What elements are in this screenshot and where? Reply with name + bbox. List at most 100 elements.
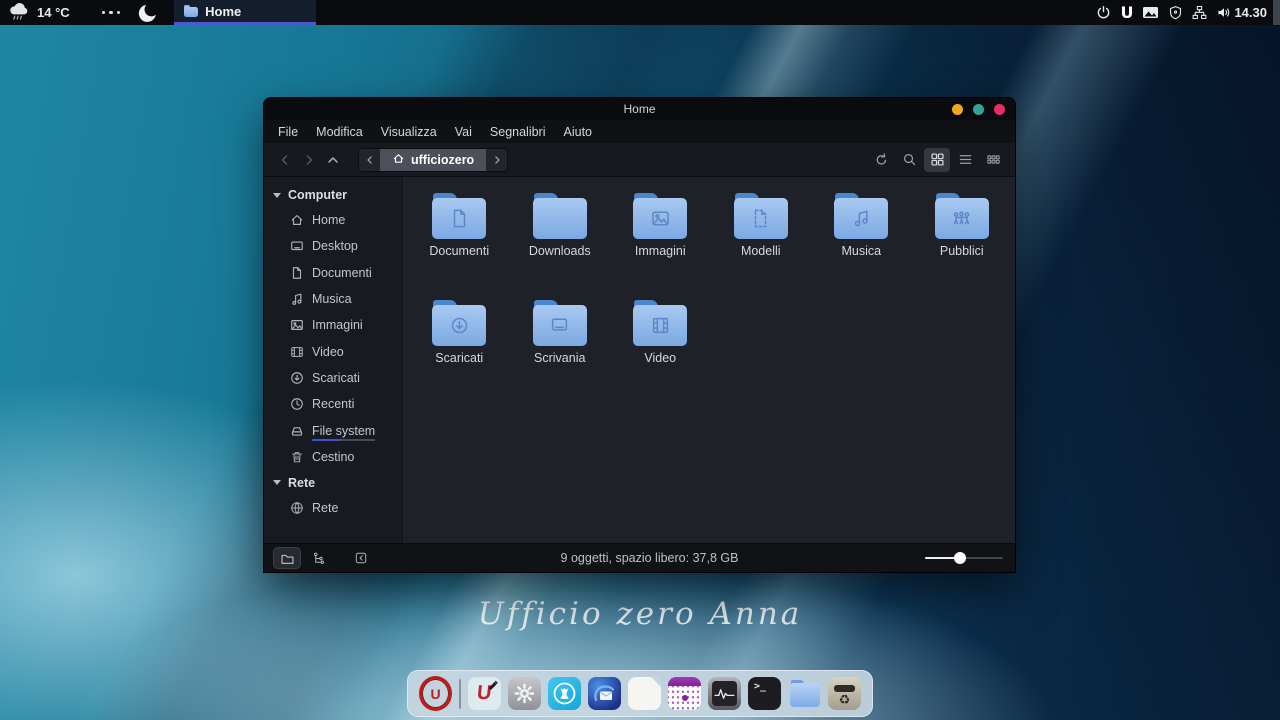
- menu-visualizza[interactable]: Visualizza: [372, 120, 446, 143]
- video-icon: [290, 345, 304, 359]
- volume-icon[interactable]: [1216, 5, 1232, 20]
- wallpaper-signature: Ufficio zero Anna: [0, 596, 1280, 632]
- folder-icon: [432, 193, 486, 239]
- sidebar-item-home[interactable]: Home: [264, 207, 402, 233]
- sidebar-item-label: Musica: [312, 292, 352, 306]
- taskbar-window-home[interactable]: Home: [174, 0, 316, 25]
- folder-icon: [184, 5, 198, 17]
- dock-uz-writer[interactable]: U: [468, 677, 501, 710]
- gear-icon: [514, 683, 535, 704]
- sidebar-item-rete[interactable]: Rete: [264, 495, 402, 521]
- dock-system-monitor[interactable]: [708, 677, 741, 710]
- dock-trash[interactable]: ♻: [828, 677, 861, 710]
- folder-icon: [935, 193, 989, 239]
- document-icon: [290, 266, 304, 280]
- zoom-knob[interactable]: [954, 552, 966, 564]
- show-desktop-button[interactable]: [1273, 0, 1280, 25]
- power-icon[interactable]: [1096, 5, 1111, 20]
- sidebar-item-immagini[interactable]: Immagini: [264, 312, 402, 338]
- icon-view-button[interactable]: [924, 148, 950, 172]
- dock-terminal[interactable]: >_: [748, 677, 781, 710]
- dock-text-editor[interactable]: [628, 677, 661, 710]
- panel-menu-dots-icon[interactable]: [102, 11, 121, 15]
- path-button-home[interactable]: ufficiozero: [380, 148, 486, 172]
- sidebar-item-desktop[interactable]: Desktop: [264, 233, 402, 259]
- sidebar-item-scaricati[interactable]: Scaricati: [264, 365, 402, 391]
- menu-file[interactable]: File: [269, 120, 307, 143]
- folder-downloads[interactable]: Downloads: [510, 189, 611, 296]
- zoom-slider[interactable]: [925, 548, 1003, 568]
- folder-modelli[interactable]: Modelli: [711, 189, 812, 296]
- compact-view-button[interactable]: [980, 148, 1006, 172]
- sidebar-item-label: Recenti: [312, 397, 354, 411]
- up-button[interactable]: [321, 148, 345, 172]
- back-button[interactable]: [273, 148, 297, 172]
- sidebar-item-recenti[interactable]: Recenti: [264, 391, 402, 417]
- trash-icon: [290, 450, 304, 464]
- disk-usage-bar: [312, 439, 375, 441]
- wallpaper-icon[interactable]: [1142, 5, 1159, 20]
- folder-video[interactable]: Video: [610, 296, 711, 403]
- disk-icon: [290, 424, 304, 438]
- path-scroll-right-button[interactable]: [486, 148, 508, 172]
- tree-pane-button[interactable]: [306, 548, 332, 568]
- dock-librewolf-browser[interactable]: [548, 677, 581, 710]
- sidebar-item-label: Documenti: [312, 266, 372, 280]
- download-icon: [290, 371, 304, 385]
- dock-calendar[interactable]: [668, 677, 701, 710]
- ufficiozero-logo-icon[interactable]: U: [1120, 3, 1133, 22]
- shield-icon[interactable]: [1168, 5, 1183, 20]
- dock-ufficiozero-menu[interactable]: U: [419, 677, 452, 710]
- menu-modifica[interactable]: Modifica: [307, 120, 372, 143]
- search-button[interactable]: [896, 148, 922, 172]
- top-panel: 14 °C Home U 14.30: [0, 0, 1280, 25]
- globe-icon: [290, 501, 304, 515]
- sidebar-item-cestino[interactable]: Cestino: [264, 444, 402, 470]
- minimize-button[interactable]: [952, 104, 963, 115]
- sidebar-item-musica[interactable]: Musica: [264, 286, 402, 312]
- file-manager-window: Home FileModificaVisualizzaVaiSegnalibri…: [264, 98, 1015, 572]
- recycle-icon: ♻: [839, 693, 851, 706]
- titlebar[interactable]: Home: [264, 98, 1015, 120]
- folder-grid[interactable]: Documenti Downloads ImmaginiModelliMusica P…: [402, 177, 1015, 543]
- collapse-sidebar-button[interactable]: [348, 548, 374, 568]
- window-controls: [952, 98, 1005, 120]
- folder-icon: [734, 193, 788, 239]
- dock-file-manager[interactable]: [788, 677, 821, 710]
- sidebar-item-label: Scaricati: [312, 371, 360, 385]
- sidebar-item-documenti[interactable]: Documenti: [264, 260, 402, 286]
- dock-settings[interactable]: [508, 677, 541, 710]
- menu-aiuto[interactable]: Aiuto: [555, 120, 602, 143]
- folder-label: Pubblici: [940, 244, 984, 258]
- dock-thunderbird-mail[interactable]: [588, 677, 621, 710]
- folder-scrivania[interactable]: Scrivania: [510, 296, 611, 403]
- image-icon: [290, 318, 304, 332]
- sidebar-section-rete[interactable]: Rete: [264, 470, 402, 495]
- night-mode-icon[interactable]: [136, 2, 160, 24]
- sidebar-item-label: File system: [312, 424, 375, 438]
- path-scroll-left-button[interactable]: [358, 148, 380, 172]
- close-button[interactable]: [994, 104, 1005, 115]
- shortcuts-pane-button[interactable]: [274, 548, 300, 568]
- folder-scaricati[interactable]: Scaricati: [409, 296, 510, 403]
- folder-label: Downloads: [529, 244, 591, 258]
- menu-vai[interactable]: Vai: [446, 120, 481, 143]
- clock-icon: [290, 397, 304, 411]
- maximize-button[interactable]: [973, 104, 984, 115]
- sidebar-section-computer[interactable]: Computer: [264, 182, 402, 207]
- folder-pubblici[interactable]: Pubblici: [912, 189, 1013, 296]
- folder-musica[interactable]: Musica: [811, 189, 912, 296]
- status-summary: 9 oggetti, spazio libero: 37,8 GB: [380, 551, 919, 565]
- panel-clock[interactable]: 14.30: [1234, 5, 1267, 20]
- sidebar-item-video[interactable]: Video: [264, 338, 402, 364]
- forward-button[interactable]: [297, 148, 321, 172]
- folder-documenti[interactable]: Documenti: [409, 189, 510, 296]
- reload-button[interactable]: [868, 148, 894, 172]
- sidebar-item-file-system[interactable]: File system: [264, 417, 402, 443]
- folder-immagini[interactable]: Immagini: [610, 189, 711, 296]
- path-bar: ufficiozero: [358, 148, 508, 172]
- menu-segnalibri[interactable]: Segnalibri: [481, 120, 555, 143]
- weather-widget[interactable]: 14 °C: [0, 2, 70, 24]
- list-view-button[interactable]: [952, 148, 978, 172]
- network-icon[interactable]: [1192, 5, 1207, 20]
